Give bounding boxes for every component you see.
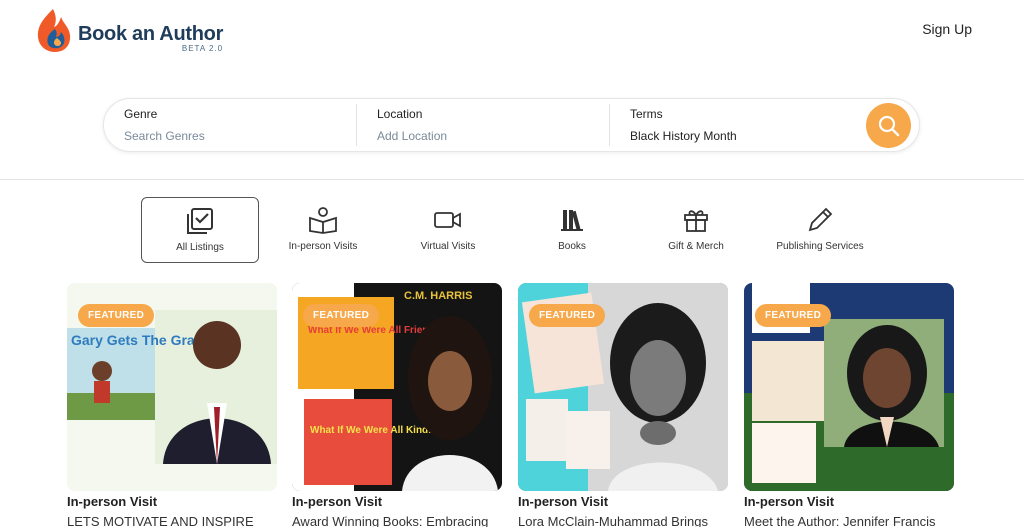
featured-badge: FEATURED	[755, 304, 832, 327]
category-books[interactable]: Books	[513, 197, 631, 263]
book-title-text: Gary Gets The Grade	[71, 332, 211, 348]
location-label: Location	[377, 107, 423, 121]
listing-type: In-person Visit	[518, 494, 609, 509]
category-label: Publishing Services	[776, 241, 864, 252]
listing-title[interactable]: Meet the Author: Jennifer Francis	[744, 514, 954, 527]
genre-input[interactable]: Search Genres	[124, 129, 356, 143]
checklist-icon	[187, 208, 213, 234]
listing-type: In-person Visit	[744, 494, 835, 509]
listing-card[interactable]: Gary Gets The Grade FEATURED In-person V…	[67, 283, 277, 527]
category-label: Books	[558, 241, 586, 252]
listing-title[interactable]: LETS MOTIVATE AND INSPIRE	[67, 514, 277, 527]
listing-title[interactable]: Lora McClain-Muhammad Brings	[518, 514, 728, 527]
category-label: Virtual Visits	[420, 241, 476, 252]
listing-image[interactable]: C.M. HARRIS What If We Were All Friends!…	[292, 283, 502, 491]
category-virtual-visits[interactable]: Virtual Visits	[389, 197, 507, 263]
category-label: All Listings	[176, 242, 224, 253]
listing-card[interactable]: C.M. HARRIS What If We Were All Friends!…	[292, 283, 502, 527]
search-icon	[878, 115, 899, 136]
terms-input[interactable]: Black History Month	[630, 129, 860, 143]
genre-label: Genre	[124, 107, 158, 121]
listing-type: In-person Visit	[292, 494, 383, 509]
listing-image[interactable]: FEATURED	[518, 283, 728, 491]
pencil-icon	[808, 207, 833, 232]
books-icon	[561, 210, 583, 231]
category-label: Gift & Merch	[668, 241, 724, 252]
listing-type: In-person Visit	[67, 494, 158, 509]
listing-image[interactable]: FEATURED	[744, 283, 954, 491]
featured-badge: FEATURED	[78, 304, 155, 327]
listing-card[interactable]: FEATURED In-person Visit Meet the Author…	[744, 283, 954, 527]
search-button[interactable]	[866, 103, 911, 148]
listing-image[interactable]: Gary Gets The Grade FEATURED	[67, 283, 277, 491]
category-label: In-person Visits	[288, 241, 358, 252]
terms-field[interactable]: Terms Black History Month	[610, 104, 860, 146]
flame-logo-icon	[37, 9, 71, 52]
location-input[interactable]: Add Location	[377, 129, 609, 143]
sign-up-link[interactable]: Sign Up	[922, 21, 972, 37]
header-divider	[0, 179, 1024, 180]
category-in-person-visits[interactable]: In-person Visits	[264, 197, 382, 263]
featured-badge: FEATURED	[529, 304, 606, 327]
gift-icon	[684, 210, 708, 232]
brand-logo[interactable]: Book an Author BETA 2.0	[35, 7, 223, 53]
banner-text: C.M. HARRIS	[404, 290, 472, 302]
open-book-person-icon	[309, 207, 337, 234]
category-publishing-services[interactable]: Publishing Services	[761, 197, 879, 263]
search-bar: Genre Search Genres Location Add Locatio…	[103, 98, 920, 152]
version-badge: BETA 2.0	[181, 44, 224, 53]
listing-card[interactable]: FEATURED In-person Visit Lora McClain-Mu…	[518, 283, 728, 527]
listing-title[interactable]: Award Winning Books: Embracing	[292, 514, 502, 527]
book-title-text-2: What If We Were All Kind!	[310, 425, 431, 436]
location-field[interactable]: Location Add Location	[357, 104, 610, 146]
video-camera-icon	[434, 212, 461, 228]
brand-name: Book an Author	[78, 23, 224, 45]
category-gift-merch[interactable]: Gift & Merch	[637, 197, 755, 263]
terms-label: Terms	[630, 107, 663, 121]
featured-badge: FEATURED	[303, 304, 380, 327]
genre-field[interactable]: Genre Search Genres	[104, 104, 357, 146]
category-all-listings[interactable]: All Listings	[141, 197, 259, 263]
